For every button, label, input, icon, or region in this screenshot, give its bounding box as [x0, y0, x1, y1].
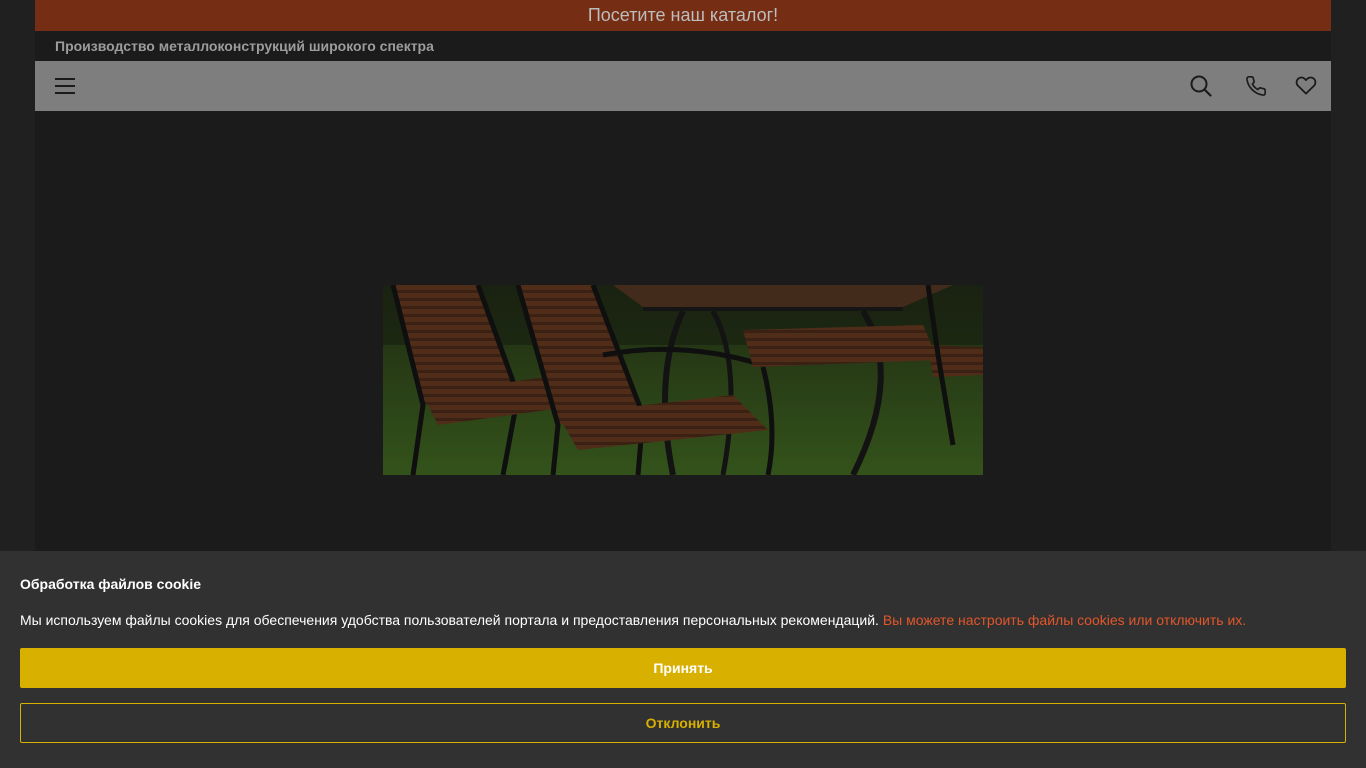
heart-icon [1295, 76, 1317, 95]
phone-button[interactable] [1241, 71, 1271, 101]
navigation-bar [35, 61, 1331, 111]
garden-furniture-picture [383, 285, 983, 475]
cookie-title: Обработка файлов cookie [20, 576, 202, 592]
accept-cookies-button[interactable]: Принять [20, 648, 1346, 688]
menu-button[interactable] [50, 71, 80, 101]
search-button[interactable] [1186, 71, 1216, 101]
hamburger-menu-icon [55, 78, 75, 94]
catalog-promo-banner[interactable]: Посетите наш каталог! [35, 0, 1331, 31]
hero-furniture-image [383, 285, 983, 475]
cookie-description-text: Мы используем файлы cookies для обеспече… [20, 612, 879, 628]
phone-icon [1246, 76, 1266, 96]
favorites-button[interactable] [1291, 70, 1321, 100]
tagline-bar: Производство металлоконструкций широкого… [35, 31, 1331, 61]
cookie-consent-panel: Обработка файлов cookie Мы используем фа… [0, 551, 1366, 768]
decline-cookies-button[interactable]: Отклонить [20, 703, 1346, 743]
cookie-description: Мы используем файлы cookies для обеспече… [20, 612, 1346, 628]
site-tagline: Производство металлоконструкций широкого… [55, 38, 434, 54]
search-icon [1190, 75, 1212, 97]
page: Посетите наш каталог! Производство метал… [0, 0, 1366, 768]
cookie-settings-link[interactable]: Вы можете настроить файлы cookies или от… [883, 612, 1246, 628]
